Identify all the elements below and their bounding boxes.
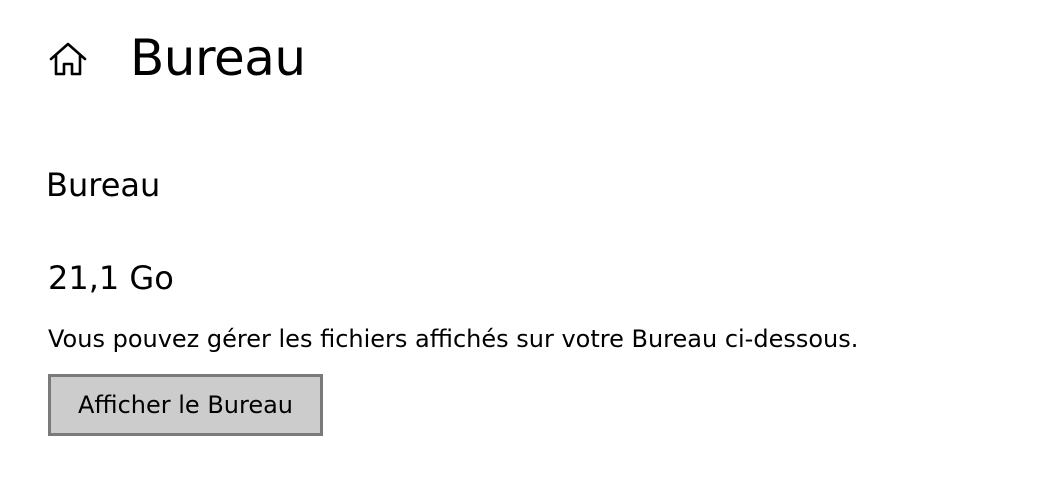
storage-category-page: Bureau Bureau 21,1 Go Vous pouvez gérer …	[0, 0, 1064, 494]
section-heading: Bureau	[46, 166, 161, 204]
storage-size-value: 21,1 Go	[48, 259, 174, 297]
section-description: Vous pouvez gérer les fichiers affichés …	[48, 325, 859, 353]
page-title: Bureau	[130, 29, 306, 87]
home-icon[interactable]	[48, 40, 88, 80]
show-desktop-button[interactable]: Afficher le Bureau	[48, 374, 323, 436]
